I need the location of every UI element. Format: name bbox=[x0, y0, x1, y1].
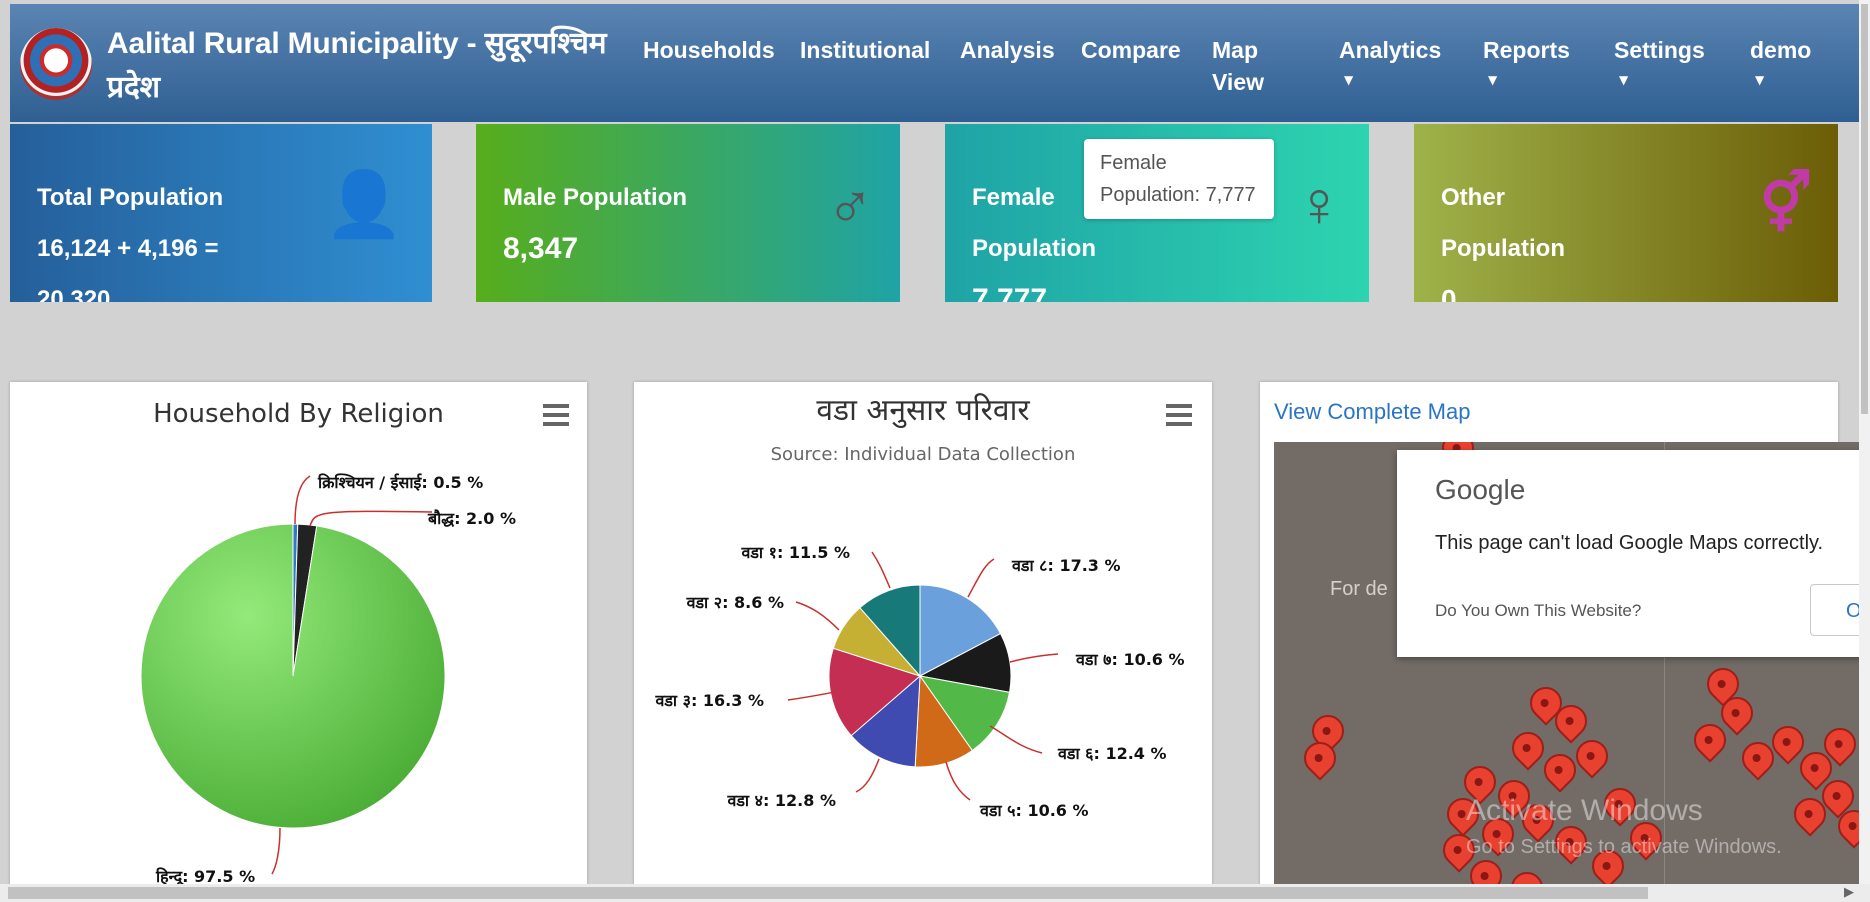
label-connector bbox=[967, 558, 995, 598]
other-population-card: Other Population 0 ⚥ bbox=[1414, 124, 1838, 302]
horizontal-scrollbar[interactable]: ▶ bbox=[0, 884, 1870, 902]
ward-label-4: वडा ४: 12.8 % bbox=[726, 791, 836, 810]
religion-slice-2[interactable] bbox=[140, 523, 446, 829]
vertical-scrollbar[interactable] bbox=[1859, 0, 1870, 884]
nav-households[interactable]: Households bbox=[643, 34, 775, 66]
religion-chart-panel: Household By Religion क्रिश्चियन / ईसाई:… bbox=[10, 382, 587, 902]
male-population-value: 8,347 bbox=[503, 232, 579, 265]
nav-settings[interactable]: Settings bbox=[1614, 34, 1705, 66]
label-connector bbox=[787, 691, 836, 701]
municipality-logo bbox=[20, 28, 92, 100]
ward-label-1: वडा १: 11.5 % bbox=[740, 543, 850, 562]
label-connector bbox=[871, 551, 891, 589]
own-website-question: Do You Own This Website? bbox=[1435, 601, 1642, 620]
maps-error-message: This page can't load Google Maps correct… bbox=[1435, 532, 1824, 554]
ward-chart-panel: वडा अनुसार परिवार Source: Individual Dat… bbox=[634, 382, 1212, 902]
google-brand: Google bbox=[1435, 474, 1526, 505]
ward-label-6: वडा ६: 12.4 % bbox=[1057, 744, 1167, 763]
horizontal-scroll-thumb[interactable] bbox=[8, 887, 1648, 899]
label-connector bbox=[989, 725, 1043, 754]
total-population-value: 16,124 + 4,196 = 20,320 bbox=[37, 235, 219, 302]
total-population-card: Total Population 16,124 + 4,196 = 20,320… bbox=[10, 124, 432, 302]
label-connector bbox=[795, 601, 840, 631]
label-connector bbox=[945, 761, 971, 801]
map-partial-text: For de bbox=[1330, 578, 1388, 600]
female-population-label: Female Population bbox=[972, 184, 1096, 262]
vertical-scroll-thumb[interactable] bbox=[1861, 4, 1868, 414]
transgender-icon: ⚥ bbox=[1759, 171, 1812, 236]
religion-label-christian: क्रिश्चियन / ईसाई: 0.5 % bbox=[317, 473, 483, 492]
male-population-card: Male Population 8,347 ♂ bbox=[476, 124, 900, 302]
female-population-value: 7,777 bbox=[972, 283, 1048, 302]
male-population-label: Male Population bbox=[503, 184, 688, 211]
nav-compare[interactable]: Compare bbox=[1081, 34, 1181, 66]
female-icon: ♀ bbox=[1295, 168, 1343, 240]
label-connector bbox=[309, 510, 433, 527]
google-maps-error-dialog: Google This page can't load Google Maps … bbox=[1397, 450, 1870, 657]
label-connector bbox=[271, 827, 281, 875]
label-connector bbox=[855, 758, 880, 793]
label-connector bbox=[1009, 653, 1059, 663]
other-population-label: Other Population bbox=[1441, 184, 1565, 262]
chevron-down-icon: ▼ bbox=[1344, 73, 1354, 87]
chevron-down-icon: ▼ bbox=[1755, 73, 1765, 87]
brand-title[interactable]: Aalital Rural Municipality - सुदूरपश्चिम… bbox=[107, 22, 627, 110]
person-icon: 👤 bbox=[324, 168, 404, 240]
ward-label-8: वडा ८: 17.3 % bbox=[1011, 556, 1121, 575]
nav-institutional[interactable]: Institutional bbox=[800, 34, 930, 66]
chevron-down-icon: ▼ bbox=[1619, 73, 1629, 87]
religion-label-buddhist: बौद्ध: 2.0 % bbox=[427, 509, 516, 528]
ward-label-2: वडा २: 8.6 % bbox=[686, 593, 784, 612]
male-icon: ♂ bbox=[826, 168, 874, 240]
ward-label-3: वडा ३: 16.3 % bbox=[654, 691, 764, 710]
label-connector bbox=[294, 475, 311, 525]
female-population-tooltip: Female Population: 7,777 bbox=[1084, 139, 1274, 219]
tooltip-line-2: Population: 7,777 bbox=[1100, 184, 1256, 206]
activate-windows-title: Activate Windows bbox=[1466, 794, 1703, 827]
nav-map-view[interactable]: Map View bbox=[1212, 34, 1282, 98]
nav-reports[interactable]: Reports bbox=[1483, 34, 1570, 66]
activate-windows-subtitle: Go to Settings to activate Windows. bbox=[1466, 836, 1782, 858]
total-population-label: Total Population bbox=[37, 184, 224, 211]
other-population-value: 0 bbox=[1441, 284, 1457, 302]
nav-analysis[interactable]: Analysis bbox=[960, 34, 1055, 66]
ward-label-5: वडा ५: 10.6 % bbox=[979, 801, 1089, 820]
ward-pie-chart: वडा ८: 17.3 % वडा ७: 10.6 % वडा ६: 12.4 % व… bbox=[654, 543, 1185, 820]
top-navbar: Aalital Rural Municipality - सुदूरपश्चिम… bbox=[10, 4, 1860, 122]
chevron-down-icon: ▼ bbox=[1488, 73, 1498, 87]
nav-analytics[interactable]: Analytics bbox=[1339, 34, 1441, 66]
scroll-right-icon[interactable]: ▶ bbox=[1844, 885, 1854, 900]
nav-user-demo[interactable]: demo bbox=[1750, 34, 1811, 66]
view-complete-map-link[interactable]: View Complete Map bbox=[1274, 397, 1470, 427]
ward-label-7: वडा ७: 10.6 % bbox=[1075, 650, 1185, 669]
tooltip-line-1: Female bbox=[1100, 152, 1167, 174]
religion-pie-chart: क्रिश्चियन / ईसाई: 0.5 %बौद्ध: 2.0 %हिन्… bbox=[140, 473, 516, 888]
